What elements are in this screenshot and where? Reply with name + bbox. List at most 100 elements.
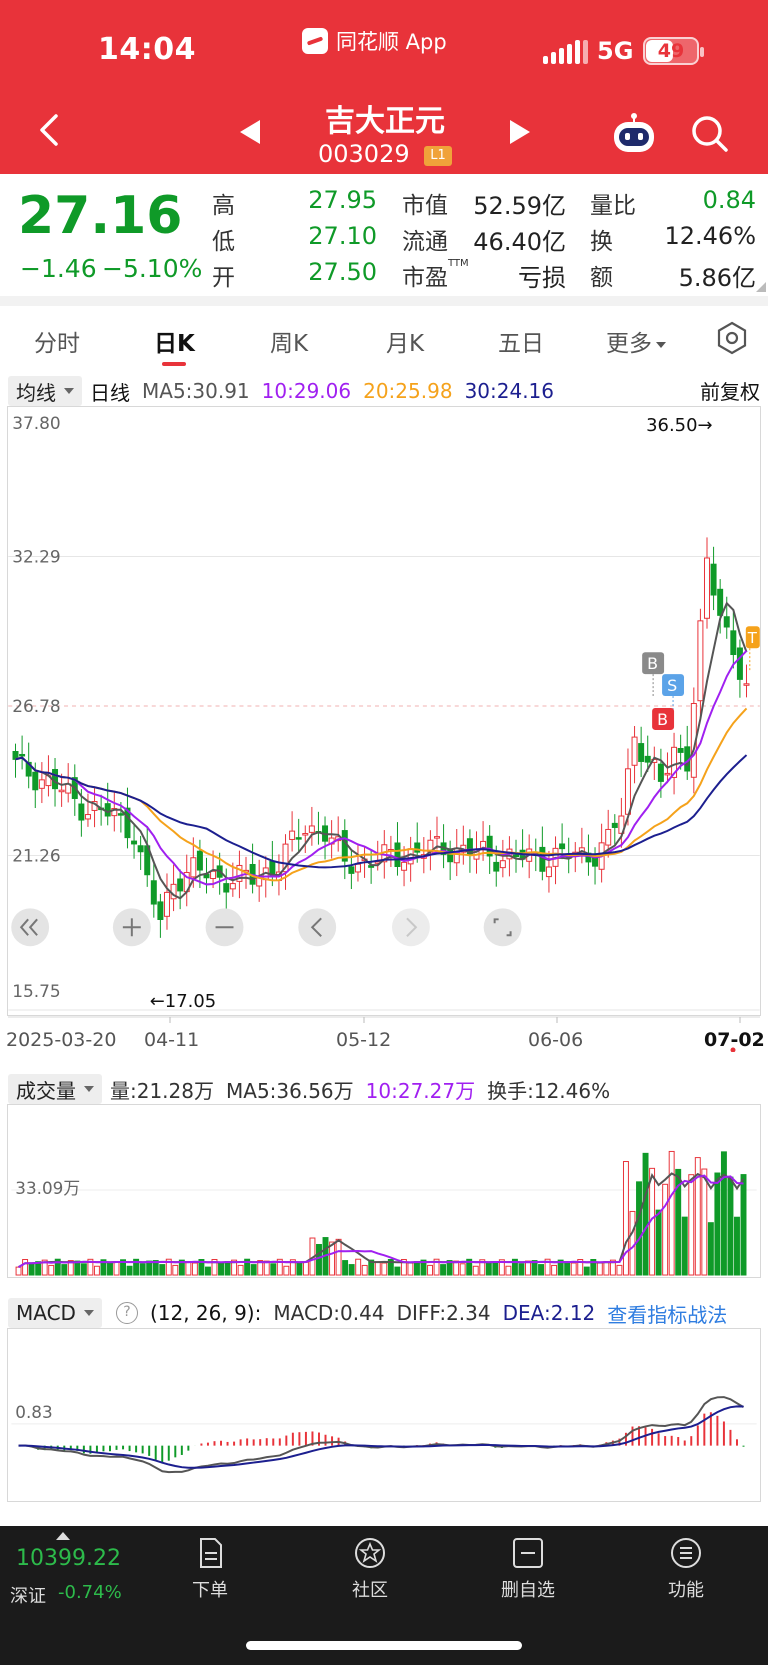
- trade-mark-t[interactable]: T: [745, 626, 760, 672]
- tab-intraday[interactable]: 分时: [34, 324, 80, 358]
- section-divider: [0, 296, 768, 306]
- candles-layer: [12, 537, 750, 938]
- volume-bar: [302, 1261, 309, 1276]
- low-label: 低: [212, 229, 235, 255]
- tab-more[interactable]: 更多: [606, 324, 666, 358]
- macd-lines-layer: [18, 1396, 745, 1474]
- open-label: 开: [212, 265, 235, 291]
- candle: [480, 821, 487, 861]
- community-button[interactable]: 社区: [320, 1536, 420, 1602]
- back-icon[interactable]: [34, 110, 66, 150]
- svg-text:B: B: [647, 654, 658, 673]
- current-price: 27.16: [18, 186, 183, 246]
- candle: [545, 850, 552, 893]
- diff-line: [18, 1396, 745, 1474]
- fullscreen-icon[interactable]: [483, 908, 522, 947]
- x-label-end: 07-02: [704, 1029, 765, 1051]
- macd-header: MACD ? (12, 26, 9): MACD:0.44 DIFF:2.34 …: [8, 1298, 727, 1328]
- help-icon[interactable]: ?: [115, 1302, 138, 1324]
- volume-bar: [720, 1151, 727, 1276]
- volume-bar: [707, 1222, 714, 1276]
- volume-bar: [93, 1265, 100, 1276]
- candle: [203, 857, 210, 894]
- dea-value: DEA:2.12: [502, 1301, 596, 1325]
- trade-mark-b2[interactable]: B: [652, 708, 675, 730]
- order-button[interactable]: 下单: [160, 1536, 260, 1602]
- next-icon[interactable]: [391, 908, 430, 947]
- candle: [308, 806, 315, 846]
- remove-watchlist-button[interactable]: 删自选: [478, 1536, 578, 1602]
- trade-mark-b1[interactable]: B: [642, 652, 665, 697]
- adjust-mode[interactable]: 前复权: [700, 376, 760, 405]
- prev-stock-icon[interactable]: [238, 118, 262, 146]
- volume-y-label: 33.09万: [15, 1178, 80, 1198]
- prev-icon[interactable]: [298, 908, 337, 947]
- candle: [631, 726, 638, 784]
- volume-bar: [355, 1258, 362, 1276]
- amount-value: 5.86亿: [678, 264, 756, 292]
- kline-chart[interactable]: 37.80 32.29 26.78 21.26 15.75 36.50→ ←17…: [7, 406, 761, 1016]
- status-time: 14:04: [98, 32, 196, 67]
- search-icon[interactable]: [690, 114, 730, 154]
- volume-bar: [485, 1261, 492, 1276]
- tab-weekly-k[interactable]: 周K: [270, 324, 308, 358]
- expand-corner-icon[interactable]: [756, 282, 766, 292]
- candle: [499, 839, 506, 878]
- volume-bar: [283, 1265, 290, 1276]
- volume-chart[interactable]: 33.09万: [7, 1104, 761, 1278]
- chevron-down-icon: [656, 341, 666, 348]
- menu-button[interactable]: 功能: [636, 1536, 736, 1602]
- volume-bar: [662, 1183, 669, 1276]
- volume-bar: [374, 1261, 381, 1276]
- settings-hexagon-icon[interactable]: [714, 320, 750, 356]
- volume-ma10: 10:27.27万: [365, 1078, 476, 1103]
- candle: [460, 825, 467, 865]
- zoom-out-icon[interactable]: [205, 908, 244, 947]
- candle: [440, 824, 447, 869]
- tab-five-day[interactable]: 五日: [498, 324, 544, 358]
- candle: [519, 829, 526, 868]
- header-bar: 14:04 同花顺 App 5G 49 吉大正元 003029 L1: [0, 0, 768, 174]
- index-value[interactable]: 10399.22: [16, 1546, 121, 1571]
- remove-watchlist-icon: [513, 1538, 543, 1568]
- volume-bar: [570, 1262, 577, 1276]
- volume-bar: [61, 1264, 68, 1276]
- macd-selector[interactable]: MACD: [8, 1298, 102, 1328]
- y-label-min: 15.75: [12, 981, 61, 1001]
- volume-bar: [681, 1216, 688, 1276]
- volume-bar: [15, 1266, 22, 1276]
- volume-bar: [583, 1266, 590, 1276]
- app-return-chip[interactable]: 同花顺 App: [302, 26, 447, 56]
- next-stock-icon[interactable]: [508, 118, 532, 146]
- volume-bar: [636, 1181, 642, 1276]
- volume-bar: [159, 1264, 166, 1276]
- tab-monthly-k[interactable]: 月K: [386, 324, 424, 358]
- expand-up-icon[interactable]: [56, 1532, 70, 1540]
- kline-x-axis: 2025-03-20 04-11 05-12 06-06 07-02: [6, 1016, 765, 1052]
- high-label: 高: [212, 193, 235, 219]
- volume-bar: [361, 1264, 368, 1276]
- candle: [578, 827, 585, 864]
- ma-selector[interactable]: 均线: [8, 376, 82, 406]
- volume-bar: [688, 1174, 695, 1276]
- candle: [150, 861, 157, 918]
- volume-selector[interactable]: 成交量: [8, 1074, 102, 1104]
- volume-bar: [492, 1261, 499, 1276]
- volume-bar: [48, 1264, 55, 1276]
- volume-bar: [518, 1263, 525, 1276]
- volume-bar: [551, 1264, 558, 1276]
- strategy-link[interactable]: 查看指标战法: [607, 1299, 727, 1328]
- robot-icon[interactable]: [610, 112, 658, 154]
- volume-bar: [734, 1216, 740, 1276]
- volume-bar: [701, 1168, 708, 1276]
- app-name: 同花顺 App: [336, 30, 447, 54]
- mktcap-value: 52.59亿: [473, 192, 566, 220]
- zoom-in-icon[interactable]: [112, 908, 151, 947]
- collapse-left-icon[interactable]: [11, 908, 50, 947]
- volume-bar: [740, 1174, 747, 1276]
- volume-bar: [218, 1262, 224, 1276]
- macd-chart[interactable]: 0.83: [7, 1328, 761, 1502]
- tab-daily-k[interactable]: 日K: [154, 324, 195, 358]
- y-label-3: 26.78: [12, 696, 61, 716]
- candle: [322, 816, 329, 860]
